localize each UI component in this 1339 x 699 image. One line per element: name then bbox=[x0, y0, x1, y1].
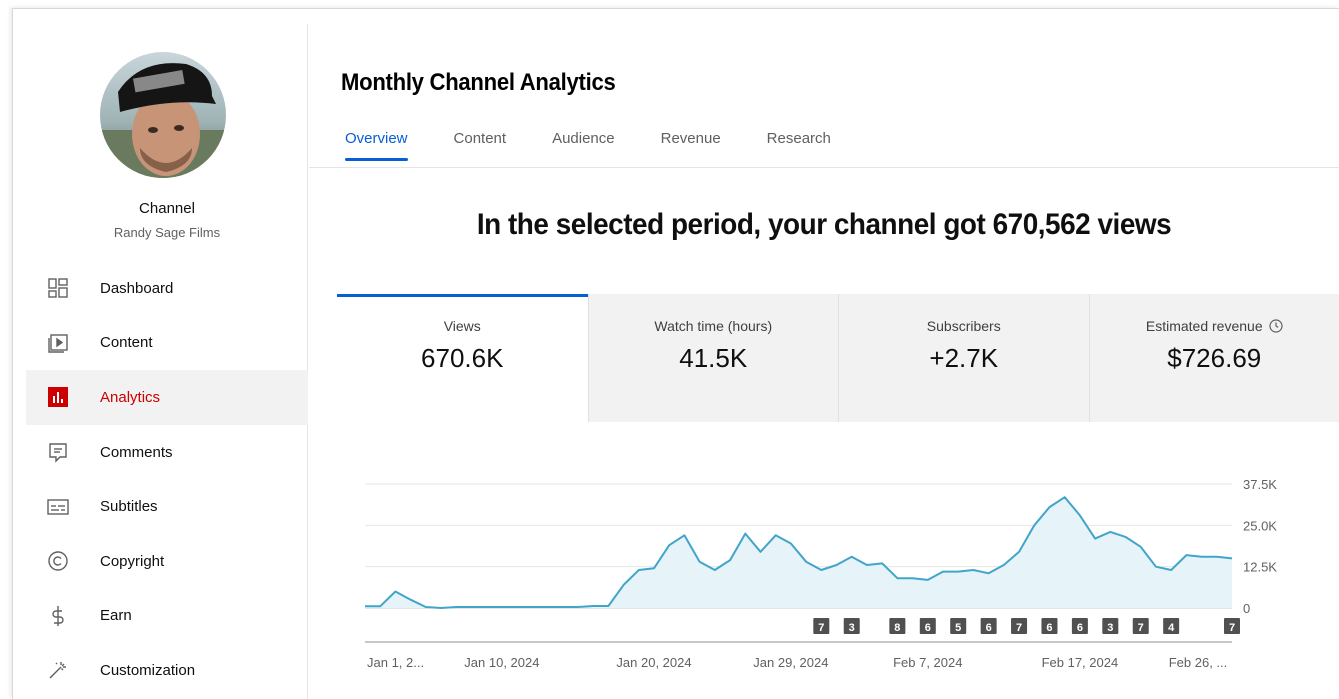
sidebar-nav: Dashboard Content Analytics Comments Sub… bbox=[26, 261, 308, 698]
tab-content[interactable]: Content bbox=[454, 130, 507, 161]
metric-value: 41.5K bbox=[679, 343, 748, 373]
sidebar-item-label: Subtitles bbox=[100, 498, 158, 516]
sidebar-item-label: Customization bbox=[100, 661, 196, 679]
metric-label: Watch time (hours) bbox=[654, 318, 773, 334]
sidebar-item-copyright[interactable]: Copyright bbox=[26, 534, 308, 589]
summary-headline: In the selected period, your channel got… bbox=[476, 208, 1172, 241]
sidebar-item-label: Comments bbox=[100, 443, 173, 461]
dashboard-icon bbox=[46, 276, 70, 300]
sidebar-item-label: Dashboard bbox=[100, 279, 174, 297]
channel-avatar[interactable] bbox=[100, 52, 226, 178]
annotation-label: 6 bbox=[925, 622, 931, 634]
annotation-label: 6 bbox=[1077, 622, 1083, 634]
page-title: Monthly Channel Analytics bbox=[341, 69, 616, 96]
y-tick-label: 25.0K bbox=[1243, 518, 1277, 533]
metric-value: $726.69 bbox=[1167, 343, 1262, 373]
clock-icon[interactable] bbox=[1269, 319, 1283, 336]
sidebar-item-label: Earn bbox=[100, 607, 132, 625]
tab-audience[interactable]: Audience bbox=[552, 130, 615, 161]
sidebar-item-label: Content bbox=[100, 334, 153, 352]
y-tick-label: 0 bbox=[1243, 601, 1250, 616]
metric-value: +2.7K bbox=[929, 343, 999, 373]
metric-card-views[interactable]: Views 670.6K bbox=[337, 294, 588, 422]
subtitles-icon bbox=[46, 495, 70, 519]
y-tick-label: 37.5K bbox=[1243, 477, 1277, 492]
y-tick-label: 12.5K bbox=[1243, 560, 1277, 575]
copyright-icon bbox=[46, 549, 70, 573]
sidebar-item-content[interactable]: Content bbox=[26, 316, 308, 371]
views-chart: 37.5K25.0K12.5K07 3 8 6 5 6 7 6 6 3 7 4 7Jan 1, 2...… bbox=[365, 477, 1277, 670]
sidebar: Channel Randy Sage Films Dashboard Conte… bbox=[26, 24, 308, 699]
annotation-label: 3 bbox=[849, 622, 855, 634]
metric-label: Views bbox=[443, 318, 481, 334]
comments-icon bbox=[46, 440, 70, 464]
tab-bar: Overview Content Audience Revenue Resear… bbox=[345, 130, 877, 161]
metric-cards: Views 670.6K Watch time (hours) 41.5K Su… bbox=[337, 294, 1339, 422]
x-tick-label: Jan 29, 2024 bbox=[753, 655, 828, 670]
x-tick-label: Feb 17, 2024 bbox=[1042, 655, 1119, 670]
x-tick-label: Feb 26, ... bbox=[1169, 655, 1228, 670]
metric-label-wrap: Estimated revenue bbox=[1090, 318, 1339, 336]
main-content: Monthly Channel Analytics Overview Conte… bbox=[309, 24, 1339, 699]
sidebar-item-dashboard[interactable]: Dashboard bbox=[26, 261, 308, 316]
content-icon bbox=[46, 331, 70, 355]
wand-icon bbox=[46, 658, 70, 682]
sidebar-item-earn[interactable]: Earn bbox=[26, 589, 308, 644]
sidebar-item-analytics[interactable]: Analytics bbox=[26, 370, 308, 425]
sidebar-item-label: Copyright bbox=[100, 552, 165, 570]
annotation-label: 6 bbox=[986, 622, 992, 634]
annotation-label: 4 bbox=[1168, 622, 1175, 634]
metric-card-watch-time[interactable]: Watch time (hours) 41.5K bbox=[587, 294, 838, 422]
sidebar-item-subtitles[interactable]: Subtitles bbox=[26, 479, 308, 534]
sidebar-item-comments[interactable]: Comments bbox=[26, 425, 308, 480]
annotation-label: 5 bbox=[955, 622, 961, 634]
x-tick-label: Feb 7, 2024 bbox=[893, 655, 962, 670]
metric-label: Estimated revenue bbox=[1145, 318, 1263, 334]
annotation-label: 3 bbox=[1107, 622, 1113, 634]
tabs-divider bbox=[309, 167, 1339, 168]
x-tick-label: Jan 10, 2024 bbox=[464, 655, 539, 670]
metric-card-revenue[interactable]: Estimated revenue $726.69 bbox=[1088, 294, 1339, 422]
channel-name: Randy Sage Films bbox=[113, 225, 221, 240]
annotation-label: 7 bbox=[1138, 622, 1144, 634]
tab-revenue[interactable]: Revenue bbox=[661, 130, 721, 161]
metric-label: Subscribers bbox=[926, 318, 1001, 334]
annotation-label: 8 bbox=[894, 622, 900, 634]
metric-card-subscribers[interactable]: Subscribers +2.7K bbox=[838, 294, 1089, 422]
metric-value: 670.6K bbox=[421, 343, 504, 373]
annotation-label: 7 bbox=[1229, 622, 1235, 634]
x-tick-label: Jan 20, 2024 bbox=[616, 655, 691, 670]
channel-title: Channel bbox=[139, 200, 195, 217]
tab-overview[interactable]: Overview bbox=[345, 130, 408, 161]
sidebar-item-customization[interactable]: Customization bbox=[26, 643, 308, 698]
tab-research[interactable]: Research bbox=[767, 130, 831, 161]
sidebar-item-label: Analytics bbox=[100, 388, 161, 406]
avatar-image bbox=[100, 52, 226, 178]
annotation-label: 6 bbox=[1046, 622, 1052, 634]
x-tick-label: Jan 1, 2... bbox=[367, 655, 424, 670]
dollar-icon bbox=[46, 604, 70, 628]
annotation-label: 7 bbox=[1016, 622, 1022, 634]
annotation-label: 7 bbox=[818, 622, 824, 634]
analytics-icon bbox=[46, 385, 70, 409]
